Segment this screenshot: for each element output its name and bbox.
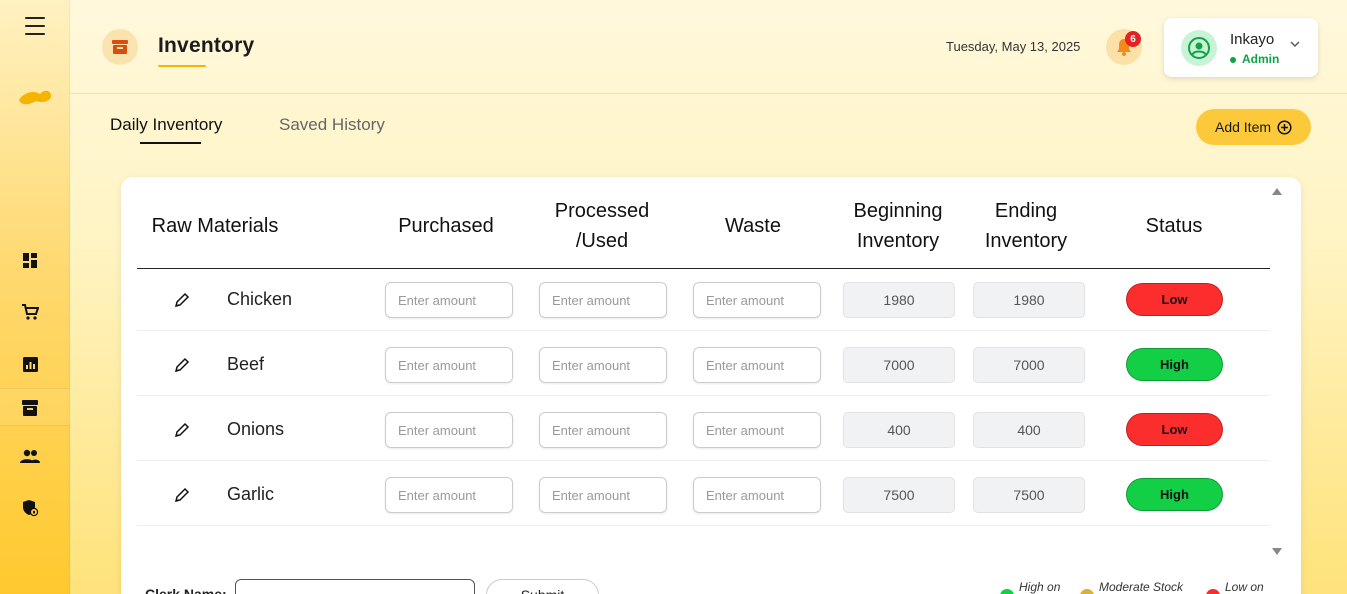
header-beginning-line1: Beginning	[853, 200, 943, 222]
header-processed-line2: /Used	[575, 230, 629, 252]
header-beginning-line2: Inventory	[856, 230, 940, 252]
material-name: Onions	[227, 419, 285, 439]
legend-high-label: High on	[1019, 580, 1061, 594]
row-divider	[137, 395, 1270, 396]
beginning-inventory-value: 1980	[843, 282, 955, 318]
header-processed-line1: Processed	[554, 200, 650, 222]
material-name: Beef	[227, 354, 265, 374]
status-badge: High	[1126, 348, 1223, 381]
waste-input[interactable]	[693, 282, 821, 318]
header-raw-materials: Raw Materials	[151, 215, 279, 237]
add-item-label: Add Item	[1214, 119, 1272, 135]
chevron-down-icon[interactable]	[1290, 39, 1300, 49]
avatar	[1181, 30, 1217, 66]
purchased-input[interactable]	[385, 412, 513, 448]
submit-button[interactable]: Submit	[486, 579, 599, 594]
row-divider	[137, 330, 1270, 331]
archive-icon	[102, 29, 138, 65]
status-badge: Low	[1126, 413, 1223, 446]
header-ending-line2: Inventory	[984, 230, 1068, 252]
ending-inventory-value: 7000	[973, 347, 1085, 383]
purchased-input[interactable]	[385, 282, 513, 318]
header-ending-line1: Ending	[994, 200, 1058, 222]
tab-saved-history[interactable]: Saved History	[279, 115, 385, 135]
header-purchased: Purchased	[398, 215, 494, 237]
pencil-icon[interactable]	[174, 487, 190, 503]
scroll-down-arrow[interactable]	[1272, 548, 1282, 555]
processed-input[interactable]	[539, 282, 667, 318]
user-name: Inkayo	[1230, 31, 1275, 48]
notification-badge: 6	[1125, 31, 1141, 47]
security-icon[interactable]	[20, 498, 40, 518]
pencil-icon[interactable]	[174, 422, 190, 438]
tab-daily-inventory[interactable]: Daily Inventory	[110, 115, 222, 135]
row-divider	[137, 525, 1270, 526]
page-title: Inventory	[158, 34, 255, 57]
archive-icon[interactable]	[20, 398, 40, 418]
waste-input[interactable]	[693, 412, 821, 448]
add-item-button[interactable]: Add Item	[1196, 109, 1311, 145]
purchased-input[interactable]	[385, 347, 513, 383]
processed-input[interactable]	[539, 347, 667, 383]
top-header: Inventory Tuesday, May 13, 2025 6 Inkayo…	[70, 0, 1347, 94]
ending-inventory-value: 7500	[973, 477, 1085, 513]
notification-button[interactable]: 6	[1106, 29, 1142, 65]
dashboard-icon[interactable]	[20, 250, 40, 270]
user-menu[interactable]: Inkayo Admin	[1164, 18, 1318, 77]
material-name: Garlic	[227, 484, 275, 504]
active-tab-underline	[140, 142, 201, 144]
status-badge: High	[1126, 478, 1223, 511]
current-date: Tuesday, May 13, 2025	[946, 39, 1081, 54]
scroll-up-arrow[interactable]	[1272, 188, 1282, 195]
beginning-inventory-value: 7500	[843, 477, 955, 513]
legend-low-label: Low on	[1225, 580, 1264, 594]
status-badge: Low	[1126, 283, 1223, 316]
material-name: Chicken	[227, 289, 293, 309]
menu-icon[interactable]	[25, 17, 45, 35]
brand-logo	[19, 90, 52, 105]
beginning-inventory-value: 400	[843, 412, 955, 448]
pencil-icon[interactable]	[174, 292, 190, 308]
legend-moderate-label: Moderate Stock	[1099, 580, 1184, 594]
clerk-name-input[interactable]	[235, 579, 475, 594]
pencil-icon[interactable]	[174, 357, 190, 373]
plus-circle-icon	[1277, 119, 1292, 135]
beginning-inventory-value: 7000	[843, 347, 955, 383]
title-underline	[158, 65, 206, 67]
users-icon[interactable]	[20, 446, 40, 466]
cart-icon[interactable]	[20, 302, 40, 322]
header-divider	[137, 268, 1270, 269]
header-status: Status	[1145, 215, 1203, 237]
purchased-input[interactable]	[385, 477, 513, 513]
sidebar	[0, 0, 70, 594]
row-divider	[137, 460, 1270, 461]
ending-inventory-value: 1980	[973, 282, 1085, 318]
processed-input[interactable]	[539, 412, 667, 448]
waste-input[interactable]	[693, 347, 821, 383]
ending-inventory-value: 400	[973, 412, 1085, 448]
waste-input[interactable]	[693, 477, 821, 513]
report-icon[interactable]	[20, 354, 40, 374]
user-role: Admin	[1230, 52, 1279, 66]
clerk-name-label: Clerk Name:	[145, 586, 227, 594]
processed-input[interactable]	[539, 477, 667, 513]
header-waste: Waste	[725, 215, 781, 237]
